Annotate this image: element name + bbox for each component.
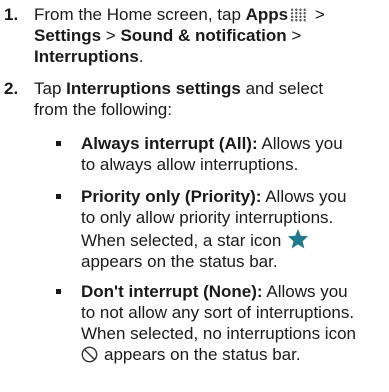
- step-1-line-2: Settings > Sound & notification >: [34, 25, 386, 46]
- text: Allows you: [261, 187, 347, 206]
- step-number: 2.: [4, 79, 19, 98]
- step-1-text: From the Home screen, tap Apps > Setting…: [34, 4, 386, 67]
- sound-notification-label: Sound & notification: [120, 26, 287, 45]
- option-line-2: to not allow any sort of interruptions.: [81, 303, 355, 322]
- separator: >: [310, 5, 325, 24]
- option-line-1: Don't interrupt (None): Allows you: [81, 281, 387, 302]
- option-line-3: When selected, no interruptions icon: [81, 324, 356, 343]
- step-1-line-1: From the Home screen, tap Apps >: [34, 4, 386, 25]
- interruptions-label: Interruptions: [34, 47, 139, 66]
- option-line-4: appears on the status bar.: [81, 344, 387, 365]
- option-line-4: appears on the status bar.: [81, 252, 278, 271]
- text: appears on the status bar.: [104, 345, 301, 364]
- bullet-marker: [56, 289, 61, 294]
- option-line-1: Always interrupt (All): Allows you: [81, 133, 387, 154]
- text: When selected, a star icon: [81, 231, 282, 250]
- interruptions-settings-label: Interruptions settings: [66, 79, 241, 98]
- apps-grid-icon: [290, 8, 308, 22]
- text: From the Home screen, tap: [34, 5, 246, 24]
- period: .: [138, 47, 144, 66]
- step-2-line-2: from the following:: [34, 100, 172, 119]
- option-text: Always interrupt (All): Allows you to al…: [81, 133, 387, 175]
- step-2-text: Tap Interruptions settings and select fr…: [34, 78, 386, 120]
- option-title: Priority only (Priority):: [81, 187, 262, 206]
- bullet-marker: [56, 141, 61, 146]
- separator: >: [286, 26, 302, 45]
- text: Tap: [34, 79, 67, 98]
- step-number: 1.: [4, 5, 19, 24]
- option-text: Don't interrupt (None): Allows you to no…: [81, 281, 387, 365]
- separator: >: [101, 26, 121, 45]
- text: and select: [240, 79, 324, 98]
- option-text: Priority only (Priority): Allows you to …: [81, 186, 387, 272]
- step-1-line-3: Interruptions.: [34, 46, 386, 67]
- option-line-2: to always allow interruptions.: [81, 155, 299, 174]
- option-line-3: When selected, a star icon: [81, 228, 387, 251]
- text: Allows you: [262, 282, 348, 301]
- option-title: Don't interrupt (None):: [81, 282, 263, 301]
- option-title: Always interrupt (All):: [81, 134, 258, 153]
- apps-label: Apps: [245, 5, 289, 24]
- bullet-marker: [56, 194, 61, 199]
- settings-label: Settings: [34, 26, 102, 45]
- text: Allows you: [257, 134, 343, 153]
- star-icon: [288, 228, 309, 249]
- option-line-2: to only allow priority interruptions.: [81, 208, 334, 227]
- step-2-line-1: Tap Interruptions settings and select: [34, 78, 386, 99]
- option-line-1: Priority only (Priority): Allows you: [81, 186, 387, 207]
- no-interruptions-icon: [81, 346, 98, 363]
